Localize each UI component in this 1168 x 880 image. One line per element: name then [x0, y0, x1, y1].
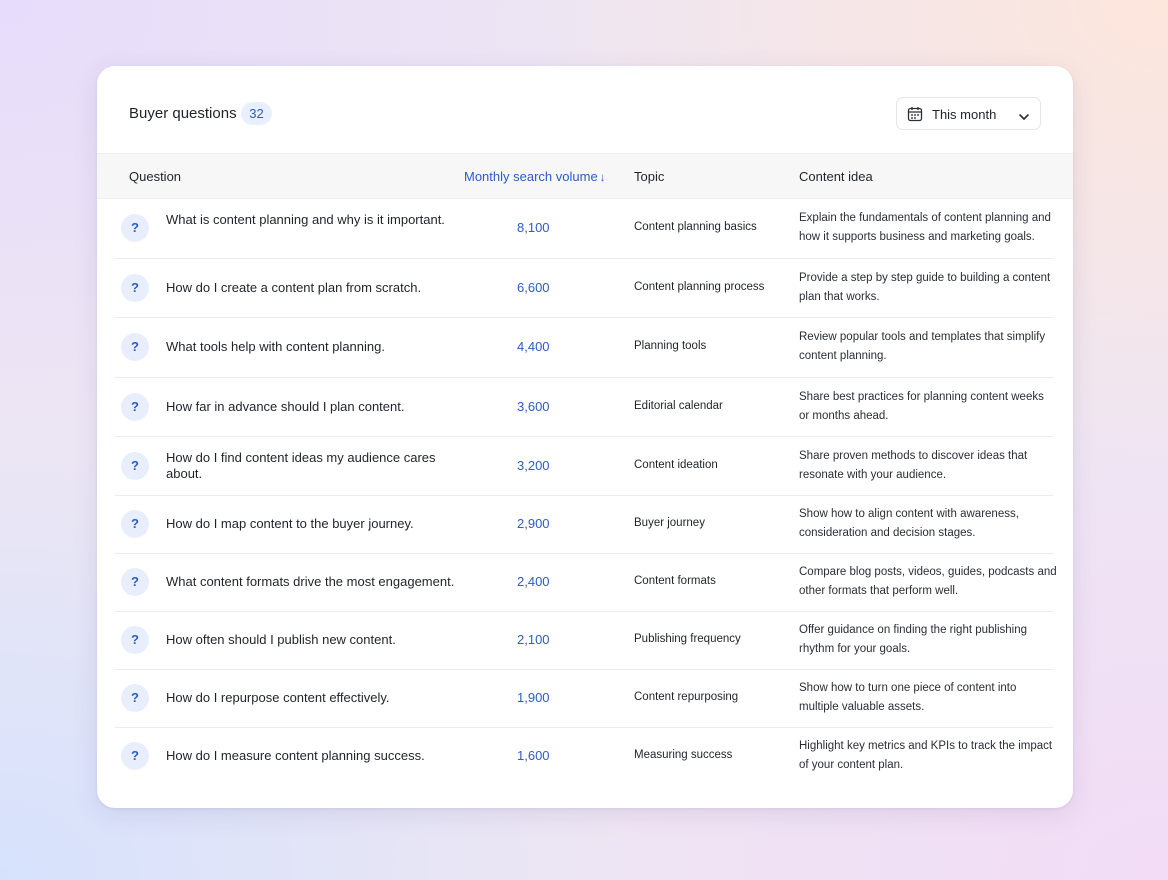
question-text: How do I map content to the buyer journe… — [166, 516, 414, 531]
topic-label: Content planning process — [634, 280, 765, 293]
topic-label: Content planning basics — [634, 221, 757, 233]
page-title: Buyer questions — [129, 105, 237, 122]
topic-label: Buyer journey — [634, 517, 705, 529]
search-volume: 2,900 — [517, 516, 550, 531]
question-mark-icon: ? — [121, 451, 149, 480]
question-text: What tools help with content planning. — [166, 339, 385, 354]
search-volume: 1,900 — [517, 690, 550, 705]
column-header-volume-label: Monthly search volume — [464, 169, 598, 184]
table-row[interactable]: ? How far in advance should I plan conten… — [115, 378, 1053, 437]
table-row[interactable]: ? What tools help with content planning. 4… — [115, 318, 1053, 378]
question-text: How do I find content ideas my audience … — [166, 449, 436, 481]
question-mark-icon: ? — [121, 626, 149, 654]
search-volume: 4,400 — [517, 339, 550, 354]
topic-label: Measuring success — [634, 749, 733, 761]
question-mark-icon: ? — [121, 214, 149, 242]
question-mark-icon: ? — [121, 568, 149, 596]
table-row[interactable]: ? How do I create a content plan from scr… — [115, 259, 1053, 318]
column-header-idea[interactable]: Content idea — [799, 169, 873, 184]
table-row[interactable]: ? How do I find content ideas my audience… — [115, 437, 1053, 496]
date-range-label: This month — [932, 107, 997, 122]
question-text: How often should I publish new content. — [166, 632, 396, 647]
table-row[interactable]: ? How often should I publish new content.… — [115, 612, 1053, 670]
table-row[interactable]: ? What content formats drive the most eng… — [115, 554, 1057, 612]
question-mark-icon: ? — [121, 333, 149, 361]
column-header-question[interactable]: Question — [129, 169, 181, 184]
topic-label: Content formats — [634, 575, 716, 587]
content-idea-text: Share best practices for planning conten… — [799, 390, 1044, 422]
content-idea-text: Show how to turn one piece of content in… — [799, 682, 1017, 713]
content-idea-text: Share proven methods to discover ideas t… — [799, 449, 1028, 481]
question-mark-icon: ? — [121, 684, 149, 712]
search-volume: 2,100 — [517, 632, 550, 647]
topic-label: Planning tools — [634, 340, 707, 352]
buyer-questions-card: Buyer questions 32 This month Question M… — [97, 66, 1073, 808]
chevron-down-icon — [1018, 109, 1030, 120]
question-mark-icon: ? — [121, 392, 149, 421]
card-header: Buyer questions 32 This month — [97, 66, 1073, 153]
content-idea-text: Review popular tools and templates that … — [799, 331, 1046, 362]
search-volume: 3,200 — [517, 457, 550, 473]
question-mark-icon: ? — [121, 742, 149, 770]
column-header-topic[interactable]: Topic — [634, 169, 664, 184]
question-text: How far in advance should I plan content… — [166, 398, 405, 414]
search-volume: 2,400 — [517, 574, 550, 589]
question-text: How do I measure content planning succes… — [166, 748, 425, 763]
table-row[interactable]: ? What is content planning and why is it … — [115, 199, 1053, 259]
question-mark-icon: ? — [121, 510, 149, 538]
sort-down-arrow-icon: ↓ — [599, 170, 606, 184]
topic-label: Content ideation — [634, 458, 718, 471]
topic-label: Content repurposing — [634, 691, 739, 703]
column-header-volume[interactable]: Monthly search volume ↓ — [464, 169, 606, 184]
content-idea-text: Show how to align content with awareness… — [799, 508, 1019, 539]
count-badge: 32 — [241, 102, 272, 125]
content-idea-text: Provide a step by step guide to building… — [799, 271, 1051, 303]
search-volume: 1,600 — [517, 748, 550, 763]
question-text: What content formats drive the most enga… — [166, 574, 455, 589]
content-idea-text: Offer guidance on finding the right publ… — [799, 624, 1028, 655]
content-idea-text: Highlight key metrics and KPIs to track … — [799, 740, 1053, 771]
table-row[interactable]: ? How do I repurpose content effectively.… — [115, 670, 1053, 728]
table-header: Question Monthly search volume ↓ Topic Co… — [97, 153, 1073, 199]
topic-label: Editorial calendar — [634, 399, 723, 412]
content-idea-text: Explain the fundamentals of content plan… — [799, 212, 1051, 243]
date-range-dropdown[interactable]: This month — [896, 97, 1041, 130]
search-volume: 8,100 — [517, 220, 550, 235]
topic-label: Publishing frequency — [634, 633, 741, 645]
table-row[interactable]: ? How do I map content to the buyer journ… — [115, 496, 1053, 554]
calendar-icon — [907, 106, 923, 122]
question-text: How do I repurpose content effectively. — [166, 690, 390, 705]
content-idea-text: Compare blog posts, videos, guides, podc… — [799, 566, 1057, 597]
question-text: What is content planning and why is it i… — [166, 212, 445, 227]
question-text: How do I create a content plan from scra… — [166, 279, 422, 295]
search-volume: 6,600 — [517, 279, 550, 295]
table-row[interactable]: ? How do I measure content planning succe… — [115, 728, 1053, 786]
question-mark-icon: ? — [121, 273, 149, 302]
search-volume: 3,600 — [517, 398, 550, 414]
